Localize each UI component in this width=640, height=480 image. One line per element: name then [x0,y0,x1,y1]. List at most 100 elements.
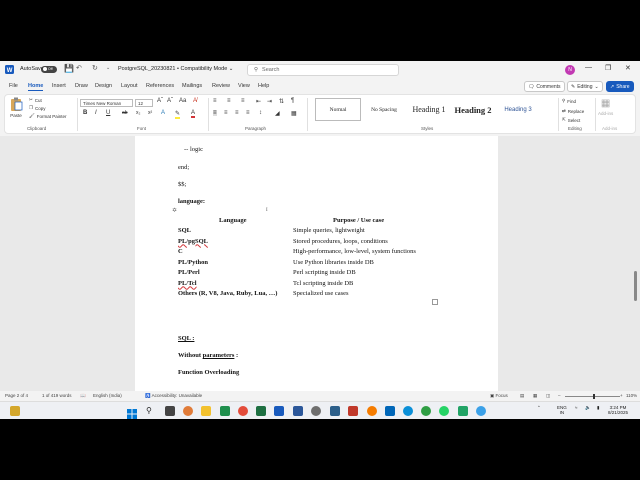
customize-toolbar-icon[interactable]: ⌄ [106,65,110,71]
italic-button[interactable]: I [95,110,97,116]
document-title[interactable]: PostgreSQL_20230821 • Compatibility Mode… [118,66,233,72]
font-name-select[interactable]: Times New Roman [80,99,133,107]
highlight-icon[interactable]: ✎ [175,110,181,119]
battery-icon[interactable]: ▮ [597,405,599,410]
grow-font-icon[interactable]: Aˆ [157,98,163,104]
tab-insert[interactable]: Insert [52,83,66,89]
search-icon[interactable]: ⚲ [146,406,156,416]
style-no-spacing[interactable]: No Spacing [363,98,405,121]
sort-icon[interactable]: ⇅ [279,98,284,105]
clear-formatting-icon[interactable]: A̸ [193,98,197,104]
zoom-level[interactable]: 110% [626,393,637,398]
whatsapp-icon[interactable] [439,406,449,416]
style-heading-1[interactable]: Heading 1 [407,98,451,121]
cut-button[interactable]: ✂ Cut [29,97,42,103]
pgadmin-icon[interactable] [330,406,340,416]
restore-icon[interactable]: ❐ [605,64,611,72]
align-left-icon[interactable]: ≡ [213,110,217,116]
font-size-select[interactable]: 12 [135,99,153,107]
browser-icon[interactable] [183,406,193,416]
multilevel-list-icon[interactable]: ≡ [241,98,245,104]
select-button[interactable]: ⇱ Select [562,117,580,123]
file-explorer-icon[interactable] [201,406,211,416]
wifi-icon[interactable]: ≈ [575,405,577,410]
numbering-icon[interactable]: ≡ [227,98,231,104]
tab-layout[interactable]: Layout [121,83,138,89]
style-heading-3[interactable]: Heading 3 [497,98,539,121]
clock[interactable]: 3:24 PM 8/21/2025 [608,405,628,415]
superscript-button[interactable]: x² [148,110,152,116]
autosave-toggle[interactable]: Off [38,65,57,73]
comments-button[interactable]: 🗨 Comments [524,81,565,92]
subscript-button[interactable]: x₂ [136,110,140,116]
tab-home[interactable]: Home [28,83,44,91]
tab-help[interactable]: Help [258,83,269,89]
print-layout-icon[interactable]: ▦ [533,393,537,399]
underline-button[interactable]: U [106,110,110,116]
decrease-indent-icon[interactable]: ⇤ [256,98,261,105]
outlook-icon[interactable] [293,406,303,416]
tab-references[interactable]: References [146,83,174,89]
tab-design[interactable]: Design [95,83,112,89]
strikethrough-button[interactable]: ab [122,110,128,116]
excel-icon[interactable] [256,406,266,416]
format-painter-button[interactable]: 🖌 Format Painter [29,113,66,119]
input-language-indicator[interactable]: ENG IN [557,405,567,415]
borders-icon[interactable]: ▦ [291,110,297,117]
web-layout-icon[interactable]: ◫ [546,393,550,399]
shrink-font-icon[interactable]: Aˇ [167,98,173,104]
document-page[interactable]: -- logic end; $$; language: ✡ I Language… [135,136,498,391]
find-button[interactable]: ⚲ Find [562,98,576,104]
redo-icon[interactable]: ↻ [92,64,98,72]
app-icon[interactable] [220,406,230,416]
app-icon[interactable] [311,406,321,416]
style-normal[interactable]: Normal [315,98,361,121]
app-icon[interactable] [367,406,377,416]
justify-icon[interactable]: ≡ [246,110,250,116]
paste-button[interactable]: Paste [9,97,23,118]
align-right-icon[interactable]: ≡ [235,110,239,116]
zoom-in-icon[interactable]: + [620,393,623,398]
proofing-icon[interactable]: 📖 [80,393,86,399]
bullets-icon[interactable]: ≡ [213,98,217,104]
bold-button[interactable]: B [83,110,87,116]
table-move-handle-icon[interactable]: ✡ [172,207,177,214]
zoom-out-icon[interactable]: – [558,393,561,398]
show-marks-icon[interactable]: ¶ [291,98,294,104]
tab-review[interactable]: Review [212,83,230,89]
start-icon[interactable] [127,406,137,419]
avatar[interactable]: N [565,65,575,75]
tab-view[interactable]: View [238,83,250,89]
increase-indent-icon[interactable]: ⇥ [267,98,272,105]
volume-icon[interactable]: 🔈 [585,405,591,410]
accessibility-status[interactable]: ♿ Accessibility: Unavailable [145,393,202,399]
align-center-icon[interactable]: ≡ [224,110,228,116]
minimize-icon[interactable]: — [585,64,592,71]
vscode-icon[interactable] [385,406,395,416]
editing-mode-button[interactable]: ✎ Editing ⌄ [567,81,603,92]
shading-icon[interactable]: ◢ [275,110,280,117]
tab-mailings[interactable]: Mailings [182,83,202,89]
search-input[interactable]: ⚲ Search [247,64,399,76]
word-count[interactable]: 1 of 419 words [42,393,72,398]
close-icon[interactable]: ✕ [625,64,631,72]
focus-button[interactable]: ▣ Focus [490,393,508,399]
page-count[interactable]: Page 2 of 4 [5,393,28,398]
replace-button[interactable]: ⇄ Replace [562,108,584,114]
zoom-slider-knob[interactable] [593,394,595,399]
vertical-scrollbar[interactable] [633,138,638,390]
app-icon[interactable] [476,406,486,416]
task-view-icon[interactable] [165,406,175,416]
table-resize-handle[interactable] [432,299,438,305]
tray-chevron-icon[interactable]: ⌃ [537,405,541,410]
save-icon[interactable]: 💾 [64,64,74,73]
read-mode-icon[interactable]: ▤ [520,393,524,399]
tab-file[interactable]: File [9,83,18,89]
tab-draw[interactable]: Draw [75,83,88,89]
chrome-icon[interactable] [421,406,431,416]
text-effects-icon[interactable]: A [161,110,165,116]
copy-button[interactable]: ❐ Copy [29,105,46,111]
language-indicator[interactable]: English (India) [93,393,122,398]
line-spacing-icon[interactable]: ↕ [259,110,262,116]
style-heading-2[interactable]: Heading 2 [452,98,494,121]
